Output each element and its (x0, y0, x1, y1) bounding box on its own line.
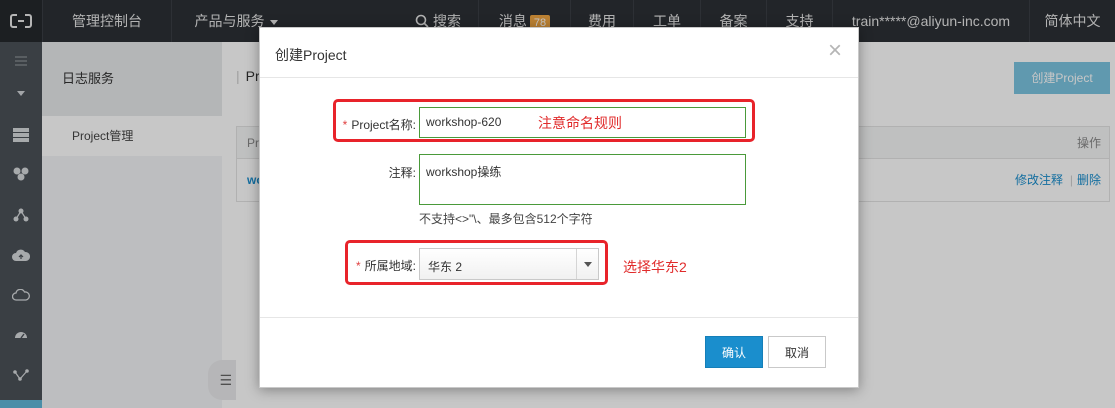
note-label: 注释: (388, 166, 416, 180)
region-annotation-text: 选择华东2 (623, 259, 687, 275)
region-annotation-box (345, 240, 608, 285)
note-textarea[interactable]: workshop操练 (419, 154, 746, 205)
dialog-header: 创建Project × (260, 28, 858, 78)
create-project-dialog: 创建Project × * Project名称: workshop-620 注释:… (259, 27, 859, 388)
close-icon[interactable]: × (828, 39, 842, 63)
name-annotation-text: 注意命名规则 (538, 115, 622, 131)
dialog-title: 创建Project (275, 47, 347, 63)
cancel-button[interactable]: 取消 (768, 336, 826, 368)
confirm-button[interactable]: 确认 (705, 336, 763, 368)
note-hint: 不支持<>"\、最多包含512个字符 (419, 212, 593, 226)
